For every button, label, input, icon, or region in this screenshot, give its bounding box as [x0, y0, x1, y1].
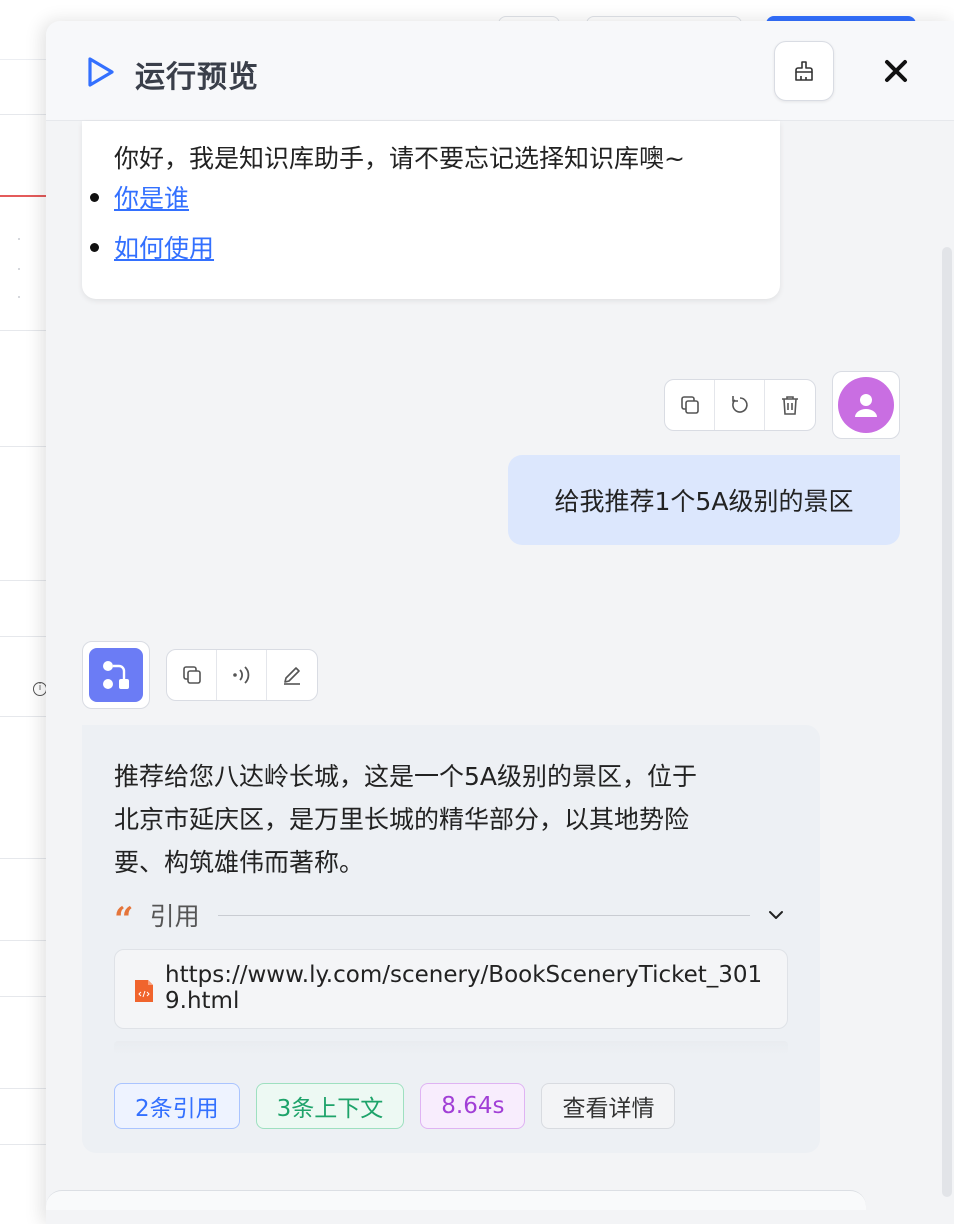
- chat-area: 你好，我是知识库助手，请不要忘记选择知识库噢~ 你是谁 如何使用 给我推荐1个5…: [46, 121, 936, 1224]
- edit-button[interactable]: [267, 650, 317, 700]
- html-file-icon: [135, 980, 153, 1002]
- play-icon: [88, 57, 114, 87]
- answer-line: 要、构筑雄伟而著称。: [114, 848, 365, 877]
- edit-icon: [284, 667, 300, 685]
- scrollbar[interactable]: [942, 247, 952, 1197]
- quote-icon: “: [114, 900, 134, 940]
- greeting-card: 你好，我是知识库助手，请不要忘记选择知识库噢~ 你是谁 如何使用: [82, 121, 780, 299]
- speaker-icon: [232, 666, 249, 684]
- dot: [18, 268, 20, 270]
- response-time-tag: 8.64s: [420, 1083, 526, 1129]
- drawer-header: 运行预览: [46, 21, 954, 121]
- copy-icon: [182, 666, 201, 684]
- bullet: [90, 242, 99, 252]
- close-button[interactable]: [876, 49, 916, 93]
- citation-url[interactable]: https://www.ly.com/scenery/BookSceneryTi…: [165, 962, 775, 1014]
- read-aloud-button[interactable]: [217, 650, 267, 700]
- copy-icon: [680, 396, 699, 414]
- citation-count-tag[interactable]: 2条引用: [114, 1083, 240, 1129]
- answer-line: 北京市延庆区，是万里长城的精华部分，以其地势险: [114, 805, 690, 834]
- dot: [18, 238, 20, 240]
- workflow-icon: [103, 661, 129, 689]
- drawer-title: 运行预览: [135, 60, 259, 95]
- copy-button[interactable]: [167, 650, 217, 700]
- suggestion-link[interactable]: 如何使用: [114, 229, 214, 265]
- user-icon: [855, 394, 877, 417]
- bot-avatar-frame: [82, 641, 150, 709]
- citation-card[interactable]: https://www.ly.com/scenery/BookSceneryTi…: [114, 949, 788, 1029]
- divider: [217, 914, 750, 916]
- avatar: [89, 648, 143, 702]
- retry-icon: [731, 396, 748, 413]
- clear-chat-button[interactable]: [774, 41, 834, 101]
- avatar: [838, 377, 894, 433]
- suggestion-item[interactable]: 你是谁: [90, 179, 189, 215]
- context-count-tag[interactable]: 3条上下文: [255, 1083, 405, 1129]
- greeting-text: 你好，我是知识库助手，请不要忘记选择知识库噢~: [114, 144, 685, 173]
- retry-button[interactable]: [715, 380, 765, 430]
- close-icon: [885, 60, 907, 82]
- broom-icon: [795, 61, 813, 81]
- input-area-edge: [46, 1190, 866, 1210]
- user-message-toolbar: [664, 379, 816, 431]
- info-icon: i: [33, 682, 47, 696]
- user-message-bubble: 给我推荐1个5A级别的景区: [508, 455, 900, 545]
- bot-answer-text: 推荐给您八达岭长城，这是一个5A级别的景区，位于 北京市延庆区，是万里长城的精华…: [114, 755, 774, 884]
- citation-header[interactable]: “ 引用: [114, 895, 786, 940]
- view-details-button[interactable]: 查看详情: [541, 1083, 676, 1129]
- copy-button[interactable]: [665, 380, 715, 430]
- bullet: [90, 192, 99, 202]
- suggestion-link[interactable]: 你是谁: [114, 179, 189, 215]
- preview-drawer: 运行预览 你好，我是知识库助手，请不要忘记选择知识库噢~ 你是谁 如何使用 给我…: [46, 21, 954, 1224]
- citation-label: 引用: [149, 902, 200, 931]
- answer-line: 推荐给您八达岭长城，这是一个5A级别的景区，位于: [114, 762, 698, 791]
- suggestion-item[interactable]: 如何使用: [90, 229, 214, 265]
- chevron-down-icon[interactable]: [766, 905, 786, 925]
- delete-icon: [782, 396, 798, 415]
- bot-message-toolbar: [166, 649, 318, 701]
- answer-meta-tags: 2条引用 3条上下文 8.64s 查看详情: [114, 1083, 676, 1129]
- bot-answer-card: 推荐给您八达岭长城，这是一个5A级别的景区，位于 北京市延庆区，是万里长城的精华…: [82, 725, 820, 1153]
- delete-button[interactable]: [765, 380, 815, 430]
- dot: [18, 296, 20, 298]
- user-avatar-frame: [832, 371, 900, 439]
- citation-overflow: [114, 1041, 788, 1055]
